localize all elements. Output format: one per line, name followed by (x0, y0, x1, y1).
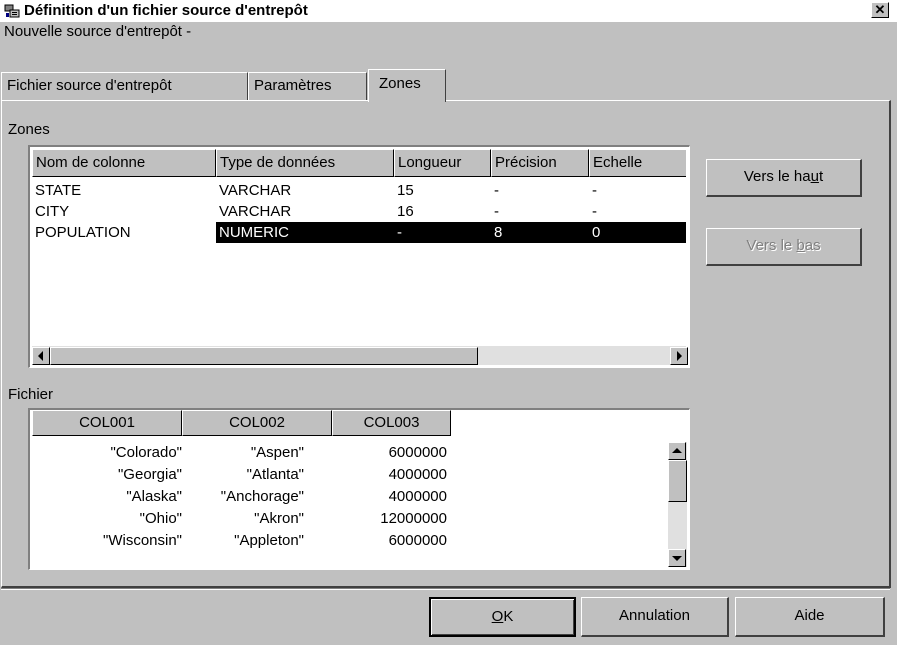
column-header[interactable]: COL002 (182, 410, 332, 436)
list-item: "Alaska" "Anchorage" 4000000 (32, 486, 451, 508)
scrollbar-thumb[interactable] (50, 347, 478, 365)
table-cell: - (394, 222, 491, 243)
table-row-selected[interactable]: POPULATION NUMERIC - 8 0 (32, 222, 688, 243)
file-cell: "Appleton" (234, 532, 304, 549)
table-cell: 8 (491, 222, 589, 243)
table-cell: - (592, 203, 597, 220)
file-cell: "Georgia" (117, 466, 182, 483)
file-cell: 4000000 (388, 466, 447, 483)
table-cell: 15 (397, 182, 414, 199)
tab-parametres[interactable]: Paramètres (248, 72, 367, 100)
column-header[interactable]: Type de données (216, 149, 394, 177)
mnemonic: b (796, 237, 805, 254)
column-header[interactable]: Longueur (394, 149, 491, 177)
button-label: t (818, 168, 824, 185)
button-label: Vers le (746, 237, 797, 254)
list-item: "Colorado" "Aspen" 6000000 (32, 442, 451, 464)
divider (1, 588, 890, 590)
zones-grid[interactable]: Nom de colonne Type de données Longueur … (28, 145, 690, 368)
scroll-right-icon[interactable] (670, 347, 688, 365)
file-cell: 12000000 (380, 510, 447, 527)
window-subtitle: Nouvelle source d'entrepôt - (4, 23, 192, 40)
button-label: as (804, 237, 821, 254)
table-cell: VARCHAR (219, 203, 292, 220)
help-button[interactable]: Aide (735, 597, 885, 637)
app-icon (4, 4, 20, 18)
file-cell: "Wisconsin" (103, 532, 182, 549)
scrollbar-thumb[interactable] (668, 460, 687, 502)
column-header[interactable]: Nom de colonne (32, 149, 216, 177)
list-item: "Georgia" "Atlanta" 4000000 (32, 464, 451, 486)
file-cell: "Colorado" (110, 444, 182, 461)
close-icon[interactable]: ✕ (871, 2, 889, 18)
table-cell: VARCHAR (219, 182, 292, 199)
move-down-button[interactable]: Vers le bas (706, 228, 862, 266)
file-cell: "Ohio" (139, 510, 182, 527)
list-item: "Ohio" "Akron" 12000000 (32, 508, 451, 530)
column-header[interactable]: COL003 (332, 410, 451, 436)
window-title: Définition d'un fichier source d'entrepô… (24, 2, 308, 19)
table-row[interactable]: CITY VARCHAR 16 - - (32, 201, 688, 222)
column-header[interactable]: COL001 (32, 410, 182, 436)
file-cell: 6000000 (388, 532, 447, 549)
tab-fichier-source[interactable]: Fichier source d'entrepôt (1, 72, 248, 100)
tab-label: Paramètres (254, 77, 332, 94)
tab-label: Fichier source d'entrepôt (7, 77, 172, 94)
scroll-up-icon[interactable] (668, 442, 686, 460)
table-cell: - (592, 182, 597, 199)
file-cell: "Aspen" (250, 444, 304, 461)
table-cell: - (494, 203, 499, 220)
file-cell: "Atlanta" (246, 466, 304, 483)
tab-zones[interactable]: Zones (368, 69, 446, 102)
title-bar: Définition d'un fichier source d'entrepô… (0, 0, 897, 23)
file-cell: "Akron" (254, 510, 304, 527)
scroll-left-icon[interactable] (32, 347, 50, 365)
button-label: K (503, 608, 514, 625)
table-cell: CITY (35, 203, 70, 220)
file-preview[interactable]: COL001 COL002 COL003 "Colorado" "Aspen" … (28, 408, 690, 570)
table-cell: STATE (35, 182, 82, 199)
file-rows: "Colorado" "Aspen" 6000000 "Georgia" "At… (32, 442, 451, 552)
scroll-down-icon[interactable] (668, 549, 686, 567)
column-header[interactable]: Echelle (589, 149, 686, 177)
file-cell: 4000000 (388, 488, 447, 505)
mnemonic: u (810, 168, 819, 185)
button-label: Vers le ha (743, 168, 811, 185)
table-cell: NUMERIC (216, 222, 394, 243)
column-header[interactable]: Précision (491, 149, 589, 177)
fichier-label: Fichier (8, 386, 54, 403)
list-item: "Wisconsin" "Appleton" 6000000 (32, 530, 451, 552)
mnemonic: O (491, 608, 504, 625)
table-row[interactable]: STATE VARCHAR 15 - - (32, 180, 688, 201)
table-cell: POPULATION (32, 222, 216, 243)
file-cell: "Alaska" (126, 488, 182, 505)
zones-label: Zones (8, 121, 50, 138)
file-cell: 6000000 (388, 444, 447, 461)
move-up-button[interactable]: Vers le haut (706, 159, 862, 197)
cancel-button[interactable]: Annulation (581, 597, 729, 637)
ok-button[interactable]: OK (429, 597, 576, 637)
table-cell: - (494, 182, 499, 199)
table-cell: 16 (397, 203, 414, 220)
file-cell: "Anchorage" (220, 488, 304, 505)
table-cell: 0 (589, 222, 686, 243)
tab-label: Zones (379, 75, 421, 92)
